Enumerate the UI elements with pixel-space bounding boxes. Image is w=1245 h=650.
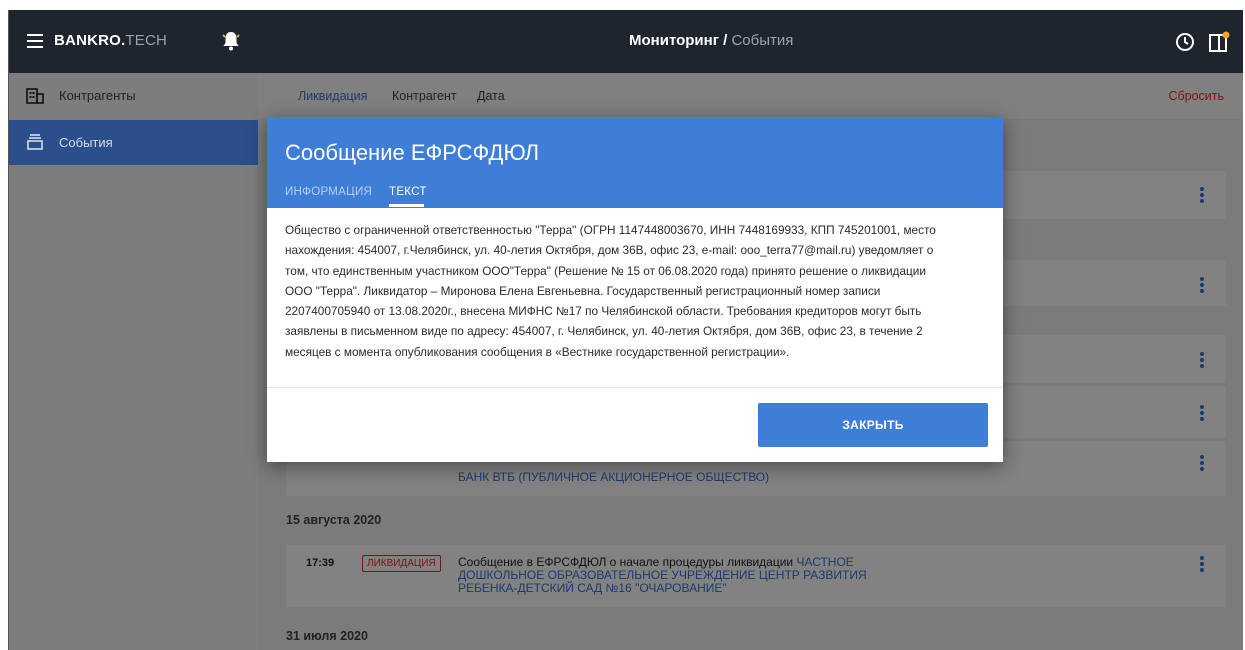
top-bar: BANKRO.TECH Мониторинг / События (9, 10, 1243, 73)
page-title-main: Мониторинг / (629, 32, 728, 49)
body-line: 2207400705940 от 13.08.2020г., внесена М… (285, 304, 922, 319)
clock-icon[interactable] (1175, 32, 1195, 52)
more-options-icon[interactable] (1200, 405, 1204, 421)
body-line: том, что единственным участником ООО"Тер… (285, 263, 926, 278)
bell-icon[interactable] (221, 30, 241, 52)
date-header: 15 августа 2020 (286, 513, 382, 527)
dialog-header: Сообщение ЕФРСФДЮЛ ИНФОРМАЦИЯ ТЕКСТ (267, 117, 1003, 208)
panel-toggle-icon[interactable] (1208, 31, 1230, 53)
body-line: нахождения: 454007, г.Челябинск, ул. 40-… (285, 243, 934, 258)
filter-liquidation[interactable]: Ликвидация (298, 89, 367, 103)
filter-bar: Ликвидация Контрагент Дата Сбросить (258, 73, 1243, 119)
inbox-icon (27, 134, 43, 150)
page-title: Мониторинг / События (629, 32, 793, 49)
tab-text[interactable]: ТЕКСТ (389, 186, 427, 198)
dialog-body-text: Общество с ограниченной ответственностью… (285, 220, 987, 362)
filter-counterparty[interactable]: Контрагент (392, 89, 457, 103)
app-window: BANKRO.TECH Мониторинг / События Контраг… (8, 10, 1243, 650)
page-title-sub: События (731, 32, 794, 49)
hamburger-menu-icon[interactable] (27, 34, 43, 48)
sidebar-item-counterparties[interactable]: Контрагенты (9, 73, 258, 118)
body-line: месяцев с момента опубликования сообщени… (285, 344, 790, 359)
more-options-icon[interactable] (1200, 556, 1204, 572)
more-options-icon[interactable] (1200, 455, 1204, 471)
dialog-divider (267, 387, 1003, 388)
more-options-icon[interactable] (1200, 352, 1204, 368)
event-time: 17:39 (306, 557, 335, 569)
message-dialog: Сообщение ЕФРСФДЮЛ ИНФОРМАЦИЯ ТЕКСТ Обще… (267, 117, 1003, 462)
brand-logo[interactable]: BANKRO.TECH (54, 32, 167, 49)
brand-secondary: TECH (125, 32, 168, 49)
counterparty-link[interactable]: БАНК ВТБ (ПУБЛИЧНОЕ АКЦИОНЕРНОЕ ОБЩЕСТВО… (458, 470, 769, 484)
tab-information[interactable]: ИНФОРМАЦИЯ (285, 186, 372, 198)
sidebar-item-label: Контрагенты (59, 88, 136, 103)
more-options-icon[interactable] (1200, 187, 1204, 203)
body-line: ООО "Терра". Ликвидатор – Миронова Елена… (285, 283, 881, 298)
sidebar-item-events[interactable]: События (9, 120, 258, 165)
liquidation-badge: ЛИКВИДАЦИЯ (362, 555, 441, 572)
sidebar-item-label: События (59, 135, 113, 150)
building-icon (26, 88, 44, 104)
more-options-icon[interactable] (1200, 277, 1204, 293)
dialog-title: Сообщение ЕФРСФДЮЛ (285, 140, 540, 165)
brand-primary: BANKRO. (54, 32, 126, 49)
body-line: заявлены в письменном виде по адресу: 45… (285, 324, 923, 339)
filter-date[interactable]: Дата (477, 89, 505, 103)
close-button[interactable]: ЗАКРЫТЬ (758, 403, 988, 447)
body-line: Общество с ограниченной ответственностью… (285, 223, 936, 237)
active-tab-indicator (389, 204, 424, 207)
event-text: Сообщение в ЕФРСФДЮЛ о начале процедуры … (458, 556, 928, 595)
reset-button[interactable]: Сбросить (1168, 89, 1224, 103)
event-card: 17:39 ЛИКВИДАЦИЯ Сообщение в ЕФРСФДЮЛ о … (286, 545, 1226, 607)
event-description: Сообщение в ЕФРСФДЮЛ о начале процедуры … (458, 555, 794, 569)
sidebar: Контрагенты События (9, 73, 258, 650)
date-header: 31 июля 2020 (286, 629, 368, 643)
